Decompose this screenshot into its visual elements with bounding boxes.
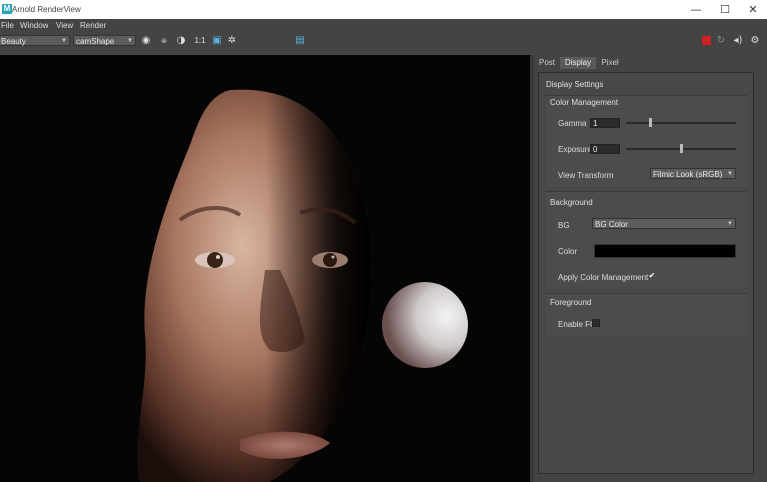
close-button[interactable]: ✕ — [741, 2, 765, 17]
background-title: Background — [550, 198, 593, 207]
render-region-icon[interactable]: ◉ — [140, 35, 152, 47]
gamma-slider[interactable] — [626, 122, 736, 124]
display-settings-title: Display Settings — [546, 80, 604, 89]
refresh-icon[interactable]: ↻ — [715, 35, 727, 47]
title-bar: M Arnold RenderView — ☐ ✕ — [0, 0, 767, 19]
exposure-field[interactable]: 0 — [590, 144, 620, 154]
foreground-title: Foreground — [550, 298, 592, 307]
panel-tabs: Post Display Pixel — [534, 57, 767, 69]
apply-color-management-label: Apply Color Management — [558, 273, 649, 282]
chevron-down-icon: ▼ — [61, 38, 67, 44]
camera-dropdown[interactable]: camShape ▼ — [73, 35, 136, 46]
settings-gear-icon[interactable]: ⚙ — [749, 35, 761, 47]
enable-fg-checkbox[interactable] — [592, 319, 600, 327]
exposure-slider-handle[interactable] — [680, 144, 683, 153]
menu-window[interactable]: Window — [20, 21, 48, 30]
window-title: Arnold RenderView — [12, 5, 81, 14]
frame-icon[interactable]: ▣ — [211, 35, 223, 47]
view-transform-label: View Transform — [558, 171, 614, 180]
gamma-slider-handle[interactable] — [649, 118, 652, 127]
apply-color-management-checkbox[interactable]: ✔ — [648, 272, 656, 280]
menu-view[interactable]: View — [56, 21, 73, 30]
menu-bar: File Window View Render — [0, 19, 767, 32]
enable-fg-label: Enable FG — [558, 320, 597, 329]
ratio-button[interactable]: 1:1 — [193, 35, 207, 47]
gamma-label: Gamma — [558, 119, 587, 128]
render-settings-icon[interactable]: ▤ — [294, 35, 306, 47]
chevron-down-icon: ▼ — [727, 171, 733, 177]
maximize-button[interactable]: ☐ — [713, 2, 737, 17]
exposure-gear-icon: ✲ — [227, 35, 237, 46]
aov-dropdown-value: Beauty — [1, 37, 26, 46]
bg-color-swatch[interactable] — [594, 244, 736, 258]
menu-render[interactable]: Render — [80, 21, 106, 30]
bg-mode-value: BG Color — [595, 220, 628, 229]
tab-pixel[interactable]: Pixel — [598, 57, 622, 69]
chevron-down-icon: ▼ — [127, 38, 133, 44]
foreground-group: Foreground Enable FG — [546, 293, 747, 336]
stop-render-icon[interactable] — [702, 36, 711, 45]
view-transform-value: Filmic Look (sRGB) — [653, 170, 723, 179]
bg-label: BG — [558, 221, 570, 230]
bg-mode-dropdown[interactable]: BG Color ▼ — [592, 218, 736, 229]
display-settings-frame: Display Settings Color Management Gamma … — [538, 72, 754, 474]
color-channel-icon[interactable]: ◑ — [175, 35, 187, 47]
toolbar: Beauty ▼ camShape ▼ ◉ ⊜ ◑ 1:1 ▣ ✲ 0 ▤ ↻ … — [0, 32, 767, 78]
aov-dropdown[interactable]: Beauty ▼ — [0, 35, 70, 46]
render-image — [137, 89, 468, 482]
exposure-label: Exposure — [558, 145, 592, 154]
color-management-title: Color Management — [550, 98, 619, 107]
maya-logo-icon: M — [2, 4, 12, 14]
gamma-field[interactable]: 1 — [590, 118, 620, 128]
render-viewport[interactable] — [0, 55, 530, 482]
settings-panel: Post Display Pixel Display Settings Colo… — [534, 55, 767, 482]
snapshot-icon[interactable]: ⊜ — [158, 35, 170, 47]
tab-display[interactable]: Display — [560, 57, 596, 69]
ipr-icon[interactable]: ◂) — [731, 35, 745, 47]
chevron-down-icon: ▼ — [727, 221, 733, 227]
background-group: Background BG BG Color ▼ Color Apply Col… — [546, 191, 747, 287]
minimize-button[interactable]: — — [684, 2, 708, 17]
menu-file[interactable]: File — [1, 21, 14, 30]
view-transform-dropdown[interactable]: Filmic Look (sRGB) ▼ — [650, 168, 736, 179]
color-management-group: Color Management Gamma 1 Exposure 0 View… — [546, 95, 747, 186]
camera-dropdown-value: camShape — [76, 37, 115, 46]
tab-post[interactable]: Post — [536, 57, 558, 69]
bg-color-label: Color — [558, 247, 578, 256]
